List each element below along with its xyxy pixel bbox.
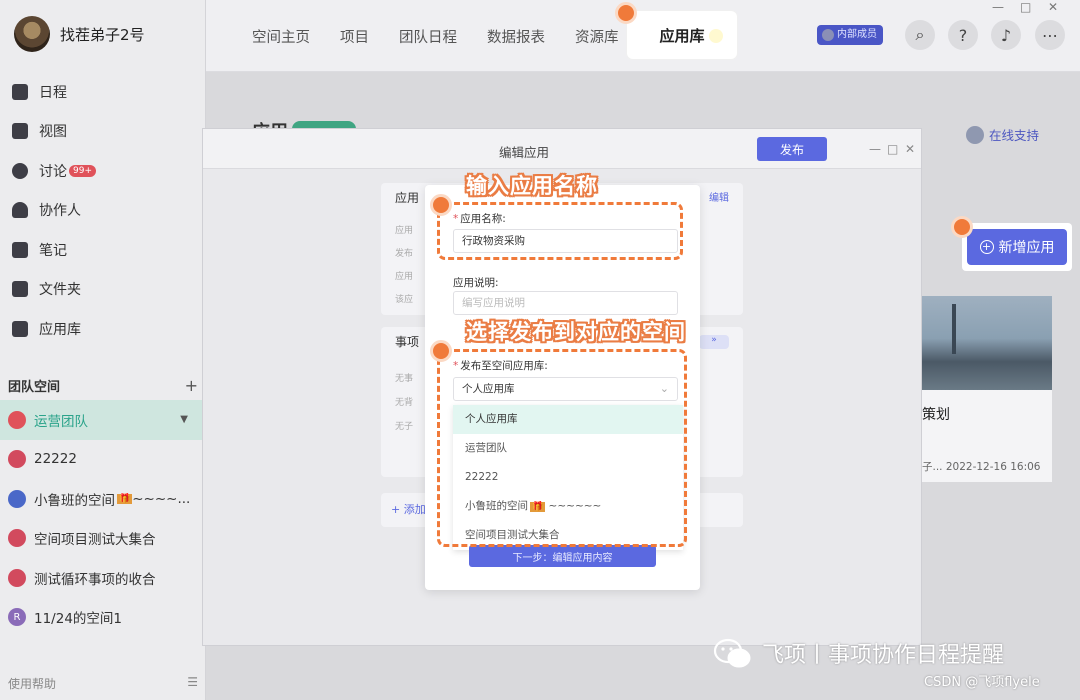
space-avatar-icon bbox=[8, 529, 26, 548]
modal-header: 编辑应用 发布 — □ ✕ bbox=[203, 129, 921, 169]
space-avatar-icon bbox=[8, 489, 26, 508]
menu-icon[interactable]: ☰ bbox=[187, 675, 198, 692]
help-icon[interactable]: ? bbox=[948, 20, 978, 50]
app-card-title: 策划 bbox=[922, 407, 950, 423]
avatar[interactable] bbox=[14, 16, 50, 52]
tab-app-library[interactable]: 应用库 bbox=[627, 11, 737, 59]
highlight-dot-icon bbox=[430, 340, 452, 362]
folder-icon bbox=[12, 281, 28, 298]
minimize-icon[interactable]: — bbox=[992, 0, 1004, 14]
top-bar: 空间主页 项目 团队日程 数据报表 资源库 应用库 内部成员 ⌕ ? ♪ ⋯ —… bbox=[206, 0, 1080, 72]
space-item[interactable]: 空间项目测试大集合 bbox=[0, 519, 206, 559]
unread-badge: 99+ bbox=[69, 164, 96, 177]
app-desc-input[interactable]: 编写应用说明 bbox=[453, 291, 678, 315]
expand-button[interactable]: » bbox=[699, 335, 729, 349]
sidebar-item-notes[interactable]: 笔记 bbox=[0, 230, 206, 270]
name-field-highlight bbox=[437, 202, 683, 260]
add-space-button[interactable]: + bbox=[185, 376, 198, 395]
chevron-down-icon[interactable]: ▼ bbox=[180, 414, 188, 425]
space-avatar-icon bbox=[8, 568, 26, 587]
modal-title: 编辑应用 bbox=[499, 145, 550, 160]
panel-heading: 事项 bbox=[395, 335, 420, 349]
team-space-list: 运营团队 ▼ 22222 小鲁班的空间 🎁 ~~~~... 空间项目测试大集合 测试… bbox=[0, 400, 206, 637]
publish-button[interactable]: 发布 bbox=[757, 137, 827, 161]
space-avatar-icon: R bbox=[8, 608, 26, 627]
new-app-highlight: + 新增应用 bbox=[962, 223, 1072, 271]
tab-resources[interactable]: 资源库 bbox=[575, 26, 619, 47]
more-icon[interactable]: ⋯ bbox=[1035, 20, 1065, 50]
search-icon[interactable]: ⌕ bbox=[905, 20, 935, 50]
app-desc-label: 应用说明: bbox=[453, 277, 499, 289]
sidebar-item-schedule[interactable]: 日程 bbox=[0, 72, 206, 112]
maximize-icon[interactable]: □ bbox=[887, 142, 898, 156]
gift-icon: 🎁 bbox=[117, 493, 133, 504]
sidebar-item-view[interactable]: 视图 bbox=[0, 112, 206, 152]
space-item[interactable]: 小鲁班的空间 🎁 ~~~~... bbox=[0, 479, 206, 519]
user-profile[interactable]: 找茬弟子2号 bbox=[14, 16, 145, 52]
space-avatar-icon bbox=[8, 410, 26, 429]
highlight-dot-icon bbox=[615, 2, 637, 24]
close-icon[interactable]: ✕ bbox=[1048, 0, 1058, 14]
top-tabs: 空间主页 项目 团队日程 数据报表 资源库 bbox=[252, 26, 619, 47]
app-grid-icon bbox=[12, 320, 28, 337]
plus-circle-icon: + bbox=[979, 240, 994, 254]
edit-link[interactable]: 编辑 bbox=[709, 189, 729, 204]
help-link[interactable]: 使用帮助 ☰ bbox=[8, 675, 198, 692]
panel-heading: 应用 bbox=[395, 191, 420, 205]
sidebar-nav: 日程 视图 讨论 99+ 协作人 笔记 文件夹 应用库 bbox=[0, 72, 206, 349]
sidebar-item-app-library[interactable]: 应用库 bbox=[0, 309, 206, 349]
minimize-icon[interactable]: — bbox=[869, 142, 881, 156]
space-item[interactable]: 测试循环事项的收合 bbox=[0, 558, 206, 598]
chart-icon bbox=[12, 123, 28, 140]
space-item[interactable]: 运营团队 ▼ bbox=[0, 400, 206, 440]
tab-space-home[interactable]: 空间主页 bbox=[252, 26, 310, 47]
space-avatar-icon bbox=[8, 450, 26, 469]
chat-icon bbox=[12, 162, 28, 179]
user-name: 找茬弟子2号 bbox=[60, 25, 145, 44]
next-step-button[interactable]: 下一步：编辑应用内容 bbox=[469, 545, 656, 567]
sidebar-item-discussion[interactable]: 讨论 99+ bbox=[0, 151, 206, 191]
people-icon bbox=[12, 202, 28, 219]
highlight-dot-icon bbox=[430, 194, 452, 216]
csdn-watermark: CSDN @飞项flyele bbox=[924, 675, 1040, 690]
sidebar-item-collaborators[interactable]: 协作人 bbox=[0, 191, 206, 231]
tab-reports[interactable]: 数据报表 bbox=[487, 26, 545, 47]
bell-icon[interactable]: ♪ bbox=[991, 20, 1021, 50]
space-item[interactable]: R 11/24的空间1 bbox=[0, 598, 206, 638]
sidebar: 找茬弟子2号 日程 视图 讨论 99+ 协作人 笔记 文件夹 应用库 团队空间 +… bbox=[0, 0, 206, 700]
sidebar-item-folders[interactable]: 文件夹 bbox=[0, 270, 206, 310]
team-space-header: 团队空间 + bbox=[8, 376, 198, 395]
notebook-icon bbox=[12, 241, 28, 258]
team-space-heading: 团队空间 bbox=[8, 380, 61, 395]
tab-team-schedule[interactable]: 团队日程 bbox=[399, 26, 457, 47]
highlight-dot-icon bbox=[951, 216, 973, 238]
new-app-button[interactable]: + 新增应用 bbox=[967, 229, 1067, 265]
add-button[interactable]: + 添加 bbox=[391, 501, 426, 517]
support-avatar-icon bbox=[966, 125, 984, 144]
watermark-text: 飞项丨事项协作日程提醒 bbox=[762, 643, 1005, 668]
space-item[interactable]: 22222 bbox=[0, 440, 206, 480]
member-badge: 内部成员 bbox=[817, 25, 883, 45]
callout-select-space: 选择发布到对应的空间 bbox=[466, 320, 686, 344]
online-support-link[interactable]: 在线支持 bbox=[966, 125, 1039, 144]
close-icon[interactable]: ✕ bbox=[905, 142, 915, 156]
wechat-icon bbox=[713, 638, 751, 668]
callout-enter-name: 输入应用名称 bbox=[466, 174, 598, 198]
help-label: 使用帮助 bbox=[8, 677, 57, 691]
maximize-icon[interactable]: □ bbox=[1020, 0, 1031, 14]
app-card-image[interactable] bbox=[922, 296, 1052, 390]
calendar-icon bbox=[12, 83, 28, 100]
app-card-meta: 子... 2022-12-16 16:06 bbox=[922, 461, 1041, 473]
space-select-highlight bbox=[437, 349, 687, 547]
tab-projects[interactable]: 项目 bbox=[340, 26, 369, 47]
